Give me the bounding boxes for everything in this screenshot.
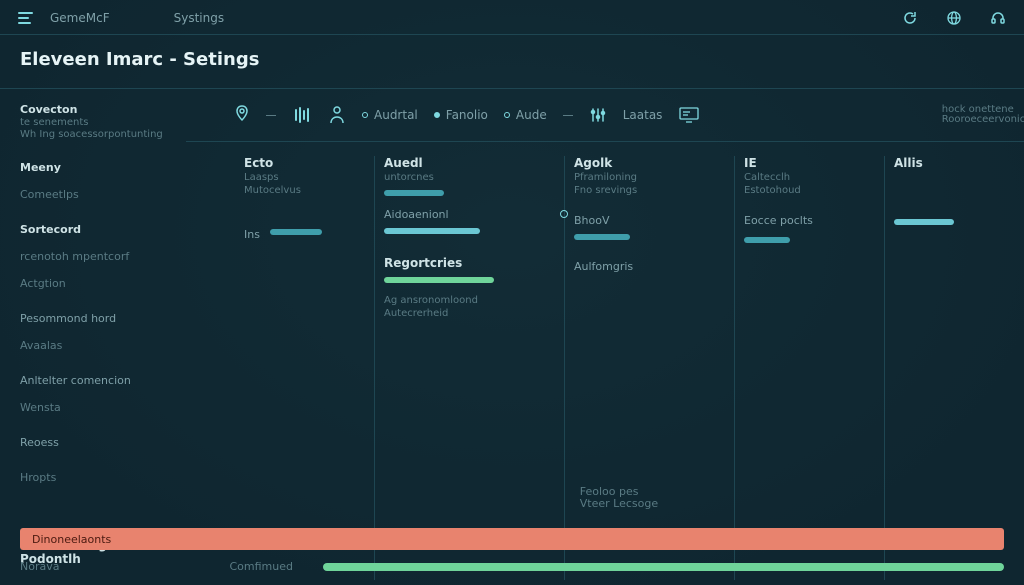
tab-separator (563, 115, 573, 116)
column-ie: IE Caltecclh Estotohoud Eocce poclts (734, 156, 884, 580)
column-ecto: Ecto Laasps Mutocelvus Ins (234, 156, 374, 580)
row-label: Eocce poclts (744, 214, 864, 227)
column-head2: Regortcries (384, 256, 544, 270)
row-label: Aidoaenionl (384, 208, 544, 221)
slider-bar[interactable] (384, 190, 444, 196)
sliders-icon (589, 106, 607, 124)
tab-label: Audrtal (374, 108, 418, 122)
column-foot: Autecrerheid (384, 308, 544, 319)
gridfoot-line2: Vteer Lecsoge (580, 498, 658, 510)
pin-icon (234, 105, 250, 125)
alert-bar[interactable]: Dinoneelaonts (20, 528, 1004, 550)
tab-right-line2: Rooroeceervonicl (942, 115, 1024, 125)
column-head: IE (744, 156, 864, 170)
column-head: Auedl (384, 156, 544, 170)
globe-icon[interactable] (946, 10, 962, 26)
slider-bar[interactable] (384, 228, 480, 234)
page-title: Eleveen Imarc - Setings (20, 49, 1004, 70)
sidebar-item[interactable]: Meeny (20, 161, 172, 174)
bars-icon (292, 105, 312, 125)
topbar-center: Systings (124, 11, 888, 25)
tab-monitor[interactable] (678, 106, 700, 124)
tab-audrtal[interactable]: Audrtal (362, 108, 418, 122)
main: Covecton te senements Wh Ing soacessorpo… (0, 89, 1024, 580)
column-agolk: Agolk Pframiloning Fno srevings BhooV Au… (564, 156, 734, 580)
tab-label: Fanolio (446, 108, 488, 122)
sidebar-item[interactable]: Pesommond hord (20, 312, 172, 325)
radio-icon (362, 112, 368, 118)
row-label: Ins (244, 228, 260, 241)
brand-label: GemeMcF (50, 11, 110, 25)
topbar: GemeMcF Systings (0, 0, 1024, 35)
sidebar-group-sub: Wh Ing soacessorpontunting (20, 129, 172, 140)
column-sub: Caltecclh (744, 172, 864, 183)
tabstrip: Audrtal Fanolio Aude Laatas (186, 89, 1024, 142)
sidebar-item[interactable]: Wensta (20, 401, 172, 414)
column-sub: Mutocelvus (244, 185, 354, 196)
sidebar-group-sub: te senements (20, 117, 172, 128)
tab-bars[interactable] (292, 105, 312, 125)
sidebar-item[interactable]: Avaalas (20, 339, 172, 352)
bottom-left-label: Norava (20, 560, 59, 573)
radio-icon (504, 112, 510, 118)
sidebar-item[interactable]: Comeetlps (20, 188, 172, 201)
tab-laatas[interactable]: Laatas (623, 108, 663, 122)
bottom-bars: Dinoneelaonts Norava Comfimued (0, 528, 1024, 573)
tab-label: Laatas (623, 108, 663, 122)
content: Audrtal Fanolio Aude Laatas (186, 89, 1024, 580)
row-label: BhooV (574, 214, 714, 227)
tab-right-info: hock onettene Rooroeceervonicl (942, 105, 1024, 125)
column-sub: untorcnes (384, 172, 544, 183)
sidebar-item[interactable]: rcenotoh mpentcorf (20, 250, 172, 263)
column-head: Allis (894, 156, 1004, 170)
column-allis: Allis (884, 156, 1024, 580)
monitor-icon (678, 106, 700, 124)
column-head: Agolk (574, 156, 714, 170)
tab-pin[interactable] (234, 105, 250, 125)
sidebar-item[interactable]: Anltelter comencion (20, 374, 172, 387)
slider-bar[interactable] (384, 277, 494, 283)
progress-bar[interactable] (323, 563, 1004, 571)
connector-dot-icon (560, 210, 568, 218)
tab-fanolio[interactable]: Fanolio (434, 108, 488, 122)
column-sub: Laasps (244, 172, 354, 183)
column-auedl: Auedl untorcnes Aidoaenionl Regortcries … (374, 156, 564, 580)
settings-grid: Ecto Laasps Mutocelvus Ins Auedl untorcn… (186, 142, 1024, 580)
person-icon (328, 105, 346, 125)
alert-bar-label: Dinoneelaonts (32, 533, 111, 546)
titlebar: Eleveen Imarc - Setings (0, 35, 1024, 89)
column-foot: Ag ansronomloond (384, 295, 544, 306)
slider-bar[interactable] (744, 237, 790, 243)
refresh-icon[interactable] (902, 10, 918, 26)
sidebar-item[interactable]: Actgtion (20, 277, 172, 290)
menu-icon[interactable] (18, 11, 34, 25)
slider-bar[interactable] (270, 229, 322, 235)
radio-icon (434, 112, 440, 118)
headset-icon[interactable] (990, 10, 1006, 26)
tab-separator (266, 115, 276, 116)
tab-label: Aude (516, 108, 547, 122)
tab-aude[interactable]: Aude (504, 108, 547, 122)
sidebar-item[interactable]: Hropts (20, 471, 172, 484)
sidebar-item[interactable]: Reoess (20, 436, 172, 449)
sidebar: Covecton te senements Wh Ing soacessorpo… (0, 89, 186, 580)
slider-bar[interactable] (574, 234, 630, 240)
grid-footer-caption: Feoloo pes Vteer Lecsoge (580, 486, 658, 510)
column-sub: Estotohoud (744, 185, 864, 196)
column-sub: Pframiloning (574, 172, 714, 183)
column-sub: Fno srevings (574, 185, 714, 196)
tab-person[interactable] (328, 105, 346, 125)
slider-bar[interactable] (894, 219, 954, 225)
row-label: Aulfomgris (574, 260, 714, 273)
sidebar-group-head: Covecton (20, 103, 172, 116)
sidebar-item[interactable]: Sortecord (20, 223, 172, 236)
column-head: Ecto (244, 156, 354, 170)
bottom-mid-label: Comfimued (229, 560, 293, 573)
tab-sliders[interactable] (589, 106, 607, 124)
